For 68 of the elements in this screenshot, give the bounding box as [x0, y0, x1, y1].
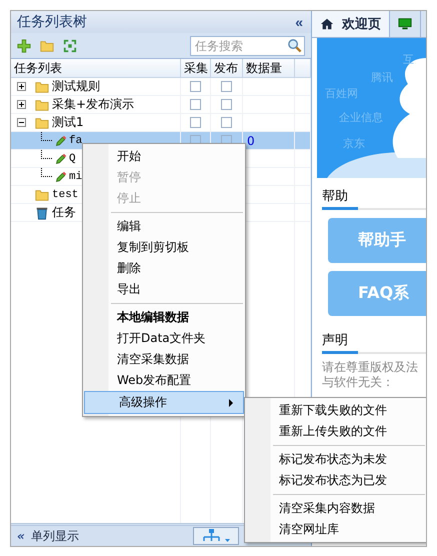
single-column-link[interactable]: 单列显示	[30, 528, 79, 544]
menu-item[interactable]: 复制到剪切板	[83, 237, 245, 258]
collapse-button[interactable]: «	[295, 14, 303, 30]
column-header[interactable]: 采集	[181, 59, 211, 77]
tree-item[interactable]: 测试规则	[52, 78, 100, 95]
search-icon[interactable]	[287, 38, 302, 52]
menu-item[interactable]: 开始	[83, 146, 245, 167]
banner-word: 腾讯	[371, 70, 393, 85]
panel-title: 任务列表树	[17, 13, 87, 31]
submenu-arrow-icon	[229, 398, 233, 406]
folder-icon	[35, 116, 49, 130]
data-count: 0	[246, 134, 255, 148]
banner-word: 互	[403, 52, 414, 67]
menu-item[interactable]: 删除	[83, 258, 245, 279]
tree-item[interactable]: 采集+发布演示	[52, 96, 134, 113]
folder-icon	[35, 98, 49, 112]
trash-icon	[35, 206, 49, 220]
checkbox[interactable]	[221, 117, 232, 128]
expander-icon[interactable]	[17, 118, 26, 127]
menu-item[interactable]: 导出	[83, 279, 245, 300]
add-icon[interactable]	[17, 38, 31, 52]
checkbox[interactable]	[221, 99, 232, 110]
menu-item[interactable]: 重新下载失败的文件	[245, 400, 426, 421]
section-title: 帮助	[322, 187, 358, 210]
banner-word: 企业信息	[339, 110, 383, 125]
checkbox[interactable]	[190, 81, 201, 92]
menu-item[interactable]: 清空采集内容数据	[245, 498, 426, 519]
column-header[interactable]: 发布	[211, 59, 243, 77]
folder-icon	[35, 188, 49, 202]
checkbox[interactable]	[221, 81, 232, 92]
expander-icon[interactable]	[17, 82, 26, 91]
pencil-icon	[55, 134, 67, 146]
tree-view-button[interactable]	[193, 527, 239, 545]
menu-item[interactable]: 标记发布状态为未发	[245, 449, 426, 470]
checkbox[interactable]	[190, 99, 201, 110]
collapse-icon[interactable]: «	[17, 529, 25, 543]
section-title: 声明	[322, 331, 358, 354]
notice-text: 与软件无关：	[322, 375, 395, 390]
pencil-icon	[55, 170, 67, 182]
tree-item[interactable]: 测试1	[52, 114, 84, 131]
tab[interactable]: 欢迎页	[312, 11, 390, 37]
tree-item[interactable]: fa	[69, 134, 82, 146]
expand-icon[interactable]	[63, 38, 77, 52]
banner-word: 百姓网	[325, 86, 358, 101]
monitor-icon	[398, 17, 412, 31]
menu-item[interactable]: 高级操作	[84, 391, 244, 414]
home-icon	[320, 17, 334, 31]
menu-item[interactable]: 标记发布状态为已发	[245, 470, 426, 491]
pencil-icon	[55, 152, 67, 164]
menu-item[interactable]: 编辑	[83, 216, 245, 237]
menu-item[interactable]: 清空采集数据	[83, 349, 245, 370]
menu-item[interactable]: 重新上传失败的文件	[245, 421, 426, 442]
folder-icon[interactable]	[40, 38, 54, 52]
tree-item[interactable]: mi	[69, 170, 82, 182]
menu-item[interactable]: Web发布配置	[83, 370, 245, 391]
tree-item[interactable]: test	[52, 188, 78, 200]
menu-heading: 本地编辑数据	[116, 309, 190, 326]
expander-icon[interactable]	[17, 100, 26, 109]
banner-word: 京东	[343, 136, 365, 151]
column-header[interactable]: 任务列表	[11, 59, 181, 77]
menu-item[interactable]: 清空网址库	[245, 519, 426, 540]
checkbox[interactable]	[190, 117, 201, 128]
tree-item[interactable]: Q	[69, 152, 76, 164]
tree-item[interactable]: 任务	[52, 204, 76, 221]
search-field[interactable]: 任务搜索	[190, 36, 305, 56]
menu-item[interactable]: 打开Data文件夹	[83, 328, 245, 349]
notice-text: 请在尊重版权及法	[322, 360, 419, 375]
column-header[interactable]: 数据量	[243, 59, 295, 77]
